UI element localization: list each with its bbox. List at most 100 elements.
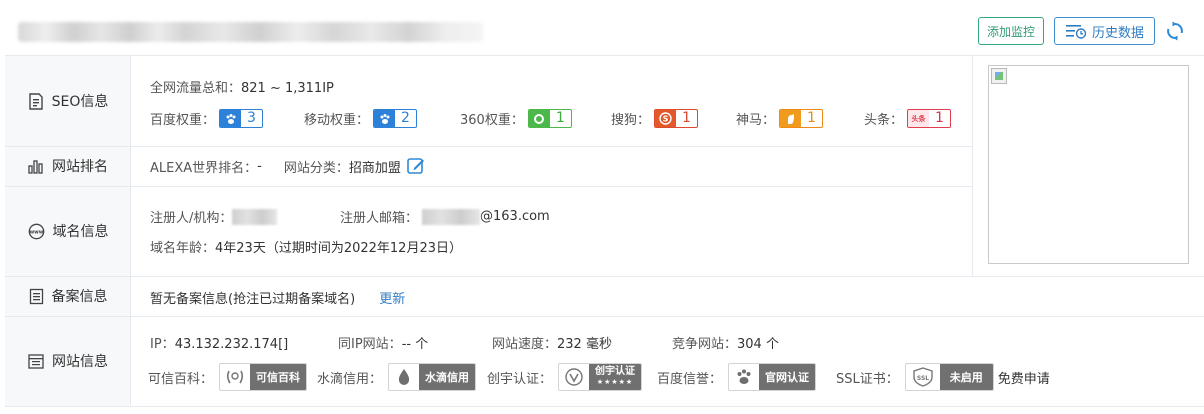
mobile-weight-badge[interactable]: 2 <box>373 109 417 128</box>
trust-label: 创宇认证： <box>487 371 553 387</box>
weight-mobile: 移动权重： 2 <box>304 109 417 128</box>
weight-label: 神马： <box>736 113 776 128</box>
registrant-blurred <box>232 208 278 225</box>
column-divider <box>972 56 973 276</box>
svg-text:www: www <box>29 229 43 235</box>
trust-badge-text: 水滴信用 <box>419 364 476 390</box>
weight-label: 360权重： <box>460 113 524 128</box>
row-label-icp: 备案信息 <box>5 276 131 316</box>
age-value: 4年23天（过期时间为2022年12月23日） <box>215 241 462 256</box>
trust-badge-text: 创宇认证 <box>595 366 636 377</box>
ssl-cert-badge[interactable]: SSL 未启用 <box>904 363 994 391</box>
weight-shenma: 神马： 1 <box>736 109 823 128</box>
icp-text: 暂无备案信息(抢注已过期备案域名) <box>150 292 356 307</box>
kexin-baike-badge[interactable]: 可信百科 <box>219 363 308 391</box>
broken-image-icon <box>991 68 1007 84</box>
history-data-button[interactable]: 历史数据 <box>1054 17 1155 45</box>
baidu-weight-badge[interactable]: 3 <box>219 109 263 128</box>
email-blurred <box>422 208 481 225</box>
row-label-text: 备案信息 <box>51 289 108 305</box>
rating-stars: ★★★★★ <box>596 378 634 386</box>
weight-value: 1 <box>555 110 565 126</box>
sogou-s-icon: S <box>655 110 677 127</box>
row-label-text: 网站排名 <box>52 159 108 175</box>
trust-baidu: 百度信誉： 官网认证 <box>657 363 817 391</box>
weight-value: 3 <box>247 110 256 126</box>
trust-shuidi: 水滴信用： 水滴信用 <box>317 363 477 391</box>
traffic-value: 821 ~ 1,311IP <box>241 81 334 96</box>
shenma-horse-icon <box>780 110 802 127</box>
row-divider <box>5 406 1204 407</box>
row-label-text: SEO信息 <box>51 94 109 110</box>
edit-icon[interactable] <box>406 156 426 176</box>
row-divider <box>5 316 1204 317</box>
trust-chuangyu: 创宇认证： 创宇认证 ★★★★★ <box>487 363 643 391</box>
site-title-blurred <box>18 22 483 42</box>
laurel-icon <box>220 364 250 390</box>
domain-email: 注册人邮箱： @163.com <box>340 207 550 226</box>
sogou-weight-badge[interactable]: S 1 <box>654 109 698 128</box>
ssl-free-apply-link[interactable]: 免费申请 <box>998 368 1050 387</box>
shenma-weight-badge[interactable]: 1 <box>779 109 823 128</box>
chuangyu-cert-badge[interactable]: 创宇认证 ★★★★★ <box>558 363 643 391</box>
trust-label: 水滴信用： <box>317 371 383 387</box>
weight-label: 百度权重： <box>150 113 216 128</box>
row-divider <box>5 146 972 147</box>
traffic-total: 全网流量总和：821 ~ 1,311IP <box>150 77 334 96</box>
alexa-value: - <box>257 158 262 174</box>
water-drop-icon <box>389 364 419 390</box>
icp-update-link[interactable]: 更新 <box>379 292 405 307</box>
weight-value: 1 <box>935 110 944 126</box>
row-divider <box>5 186 972 187</box>
weight-360-badge[interactable]: 1 <box>527 109 572 128</box>
add-monitor-button[interactable]: 添加监控 <box>978 17 1044 45</box>
weight-value: 1 <box>807 110 816 126</box>
trust-kexin: 可信百科： 可信百科 <box>148 363 308 391</box>
alexa-label: ALEXA世界排名： <box>150 160 258 176</box>
row-label-text: 网站信息 <box>52 354 108 370</box>
weight-baidu: 百度权重： 3 <box>150 109 263 128</box>
site-ip: IP：43.132.232.174[] <box>150 333 288 352</box>
list-window-icon <box>28 353 44 369</box>
weight-toutiao: 头条： 头条 1 <box>864 109 951 128</box>
rank-content: ALEXA世界排名： - 网站分类： 招商加盟 <box>150 156 426 176</box>
shuidi-credit-badge[interactable]: 水滴信用 <box>388 363 477 391</box>
www-globe-icon: www <box>28 223 44 239</box>
trust-badge-text: 可信百科 <box>250 364 307 390</box>
weight-label: 搜狗： <box>611 113 651 128</box>
refresh-icon[interactable] <box>1164 20 1186 42</box>
traffic-label: 全网流量总和： <box>150 81 242 96</box>
same-ip-label: 同IP网站： <box>338 337 402 352</box>
category-label: 网站分类： <box>283 160 349 176</box>
age-label: 域名年龄： <box>150 241 216 256</box>
speed-value: 232 毫秒 <box>557 337 612 352</box>
trust-badge-text: 未启用 <box>939 364 993 390</box>
trust-label: 百度信誉： <box>657 371 723 387</box>
competitor-value: 304 个 <box>737 337 779 352</box>
baidu-official-badge[interactable]: 官网认证 <box>728 363 817 391</box>
trust-ssl: SSL证书： SSL 未启用 免费申请 <box>836 363 1050 391</box>
domain-registrant: 注册人/机构： <box>150 207 278 226</box>
weight-label: 头条： <box>864 113 904 128</box>
baidu-paw-icon <box>220 110 242 127</box>
history-icon <box>1065 25 1087 39</box>
ssl-shield-icon: SSL <box>906 364 940 390</box>
record-icon <box>29 288 43 304</box>
toutiao-icon: 头条 <box>908 110 930 127</box>
weight-360: 360权重： 1 <box>460 109 572 128</box>
row-label-domain: www 域名信息 <box>5 186 131 276</box>
trust-label: 可信百科： <box>148 371 214 387</box>
site-speed: 网站速度：232 毫秒 <box>492 333 612 352</box>
row-label-seo: SEO信息 <box>5 56 131 146</box>
row-label-rank: 网站排名 <box>5 146 131 186</box>
ip-label: IP： <box>150 337 175 352</box>
bar-chart-icon <box>28 159 43 174</box>
email-label: 注册人邮箱： <box>340 211 419 226</box>
ip-value: 43.132.232.174[] <box>174 337 289 352</box>
baidu-paw-icon <box>374 110 396 127</box>
weight-value: 1 <box>682 110 691 126</box>
site-competitors: 竞争网站：304 个 <box>672 333 779 352</box>
toutiao-weight-badge[interactable]: 头条 1 <box>907 109 951 128</box>
row-divider <box>5 276 1204 277</box>
domain-age: 域名年龄：4年23天（过期时间为2022年12月23日） <box>150 237 462 256</box>
